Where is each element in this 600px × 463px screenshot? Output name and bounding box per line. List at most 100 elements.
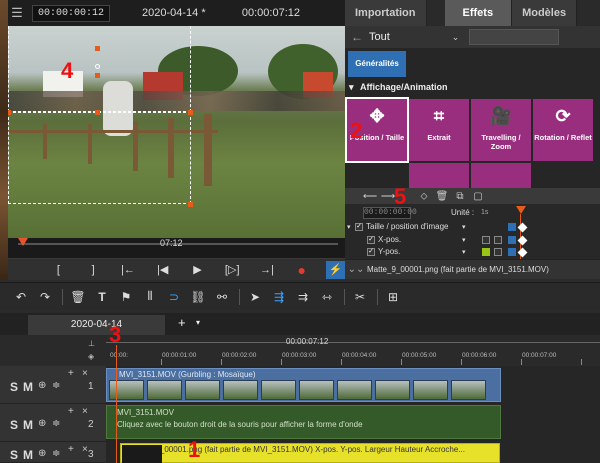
go-to-end-button[interactable]: →|: [257, 261, 278, 279]
mute-button[interactable]: M: [23, 380, 33, 394]
stretch-icon[interactable]: ⇿: [318, 290, 336, 304]
mute-button[interactable]: M: [23, 418, 33, 432]
timeline-ruler[interactable]: 00:00:07:12 00:00: 00:00:01:00 00:00:02:…: [106, 335, 600, 365]
loop-icon[interactable]: ⊃: [165, 290, 183, 304]
tab-timeline-project[interactable]: 2020-04-14: [28, 315, 165, 335]
plus-icon[interactable]: +: [178, 315, 186, 330]
y-pos-checkbox[interactable]: ✓: [367, 248, 375, 256]
tab-modeles[interactable]: Modèles: [512, 0, 578, 26]
chevron-down-icon[interactable]: ▾: [462, 248, 466, 256]
audio-clip-track-2[interactable]: MVI_3151.MOV Cliquez avec le bouton droi…: [106, 405, 501, 439]
trash-icon[interactable]: 🗑: [69, 290, 87, 304]
pointer-icon[interactable]: ➤: [246, 290, 264, 304]
keyframe-playhead-marker[interactable]: [516, 206, 526, 214]
text-icon[interactable]: T: [93, 290, 111, 304]
lock-icon[interactable]: ⊕: [38, 448, 46, 459]
matte-clip-track-3[interactable]: Matte_9_00001.png (fait partie de MVI_31…: [120, 443, 500, 463]
paste-icon[interactable]: ▢: [469, 191, 487, 202]
step-back-button[interactable]: |◀: [152, 261, 173, 279]
double-chevron-down-icon[interactable]: ⌄⌄: [345, 264, 367, 275]
redo-icon[interactable]: ↷: [36, 290, 54, 304]
resize-handle[interactable]: [188, 110, 193, 115]
general-category-button[interactable]: Généralités: [348, 51, 406, 77]
category-header[interactable]: ▾ Affichage/Animation: [345, 82, 600, 97]
link-icon[interactable]: ⛓: [189, 290, 207, 304]
x-pos-checkbox[interactable]: ✓: [367, 236, 375, 244]
plus-icon[interactable]: +: [68, 406, 74, 417]
copy-icon[interactable]: ⧉: [451, 191, 469, 202]
link-icon[interactable]: [508, 223, 516, 231]
chevron-down-icon[interactable]: ▾: [462, 223, 466, 231]
keyframe-row-y[interactable]: ✓ Y-pos. ▾: [345, 247, 600, 259]
arrow-left-icon[interactable]: ⟵: [361, 191, 379, 202]
marker-icon[interactable]: ◈: [88, 352, 94, 361]
height-icon[interactable]: ≑: [52, 448, 60, 459]
effect-tile-travelling-zoom[interactable]: 🎥 Travelling / Zoom: [471, 99, 531, 161]
lock-icon[interactable]: ⊕: [38, 418, 46, 429]
close-icon[interactable]: ×: [82, 406, 88, 417]
keyframe-diamond[interactable]: [517, 235, 528, 246]
tab-effets[interactable]: Effets: [444, 0, 513, 26]
mark-out-button[interactable]: ]: [83, 261, 104, 279]
keyframe-diamond[interactable]: [517, 247, 528, 258]
pointer-all-tracks-icon[interactable]: ⇉: [294, 290, 312, 304]
group-checkbox[interactable]: ✓: [355, 223, 363, 231]
play-button[interactable]: ▶: [187, 261, 208, 279]
close-icon[interactable]: ×: [82, 444, 88, 455]
close-icon[interactable]: ×: [82, 368, 88, 379]
solo-button[interactable]: S: [10, 448, 18, 462]
preview-timecode-field[interactable]: 00:00:00:12: [32, 4, 111, 22]
delete-keyframe-icon[interactable]: 🗑: [433, 191, 451, 202]
keyframe-row-x[interactable]: ✓ X-pos. ▾: [345, 235, 600, 247]
go-to-start-button[interactable]: |←: [118, 261, 139, 279]
back-arrow-icon[interactable]: ←: [345, 30, 369, 44]
chevron-down-icon[interactable]: ⌄: [452, 32, 460, 43]
plus-icon[interactable]: +: [68, 368, 74, 379]
effect-tile-partial[interactable]: [471, 163, 531, 188]
filter-dropdown[interactable]: Tout: [369, 31, 390, 43]
rotate-handle[interactable]: [95, 64, 100, 69]
chevron-down-icon[interactable]: ▾: [462, 236, 466, 244]
resize-handle[interactable]: [95, 110, 100, 115]
color-swatch[interactable]: [494, 248, 502, 256]
track-header-3[interactable]: S M ⊕ ≑ + × 3: [0, 442, 106, 463]
height-icon[interactable]: ≑: [52, 418, 60, 429]
solo-button[interactable]: S: [10, 380, 18, 394]
keyframe-group-row[interactable]: ▾ ✓ Taille / position d'image ▾: [345, 222, 600, 234]
video-clip-track-1[interactable]: MVI_3151.MOV (Gurbling : Mosaïque): [106, 368, 501, 402]
unit-value[interactable]: 1s: [481, 209, 488, 216]
timeline-playhead-line[interactable]: [116, 345, 117, 463]
flag-icon[interactable]: ⚑: [117, 290, 135, 304]
undo-icon[interactable]: ↶: [12, 290, 30, 304]
resize-handle[interactable]: [8, 110, 11, 115]
range-bar[interactable]: [106, 342, 600, 343]
scissors-icon[interactable]: ✂: [351, 290, 369, 304]
mute-button[interactable]: M: [23, 448, 33, 462]
unlink-icon[interactable]: ⚯: [213, 290, 231, 304]
color-swatch[interactable]: [494, 236, 502, 244]
resize-handle[interactable]: [95, 46, 100, 51]
color-swatch[interactable]: [482, 248, 490, 256]
flash-icon[interactable]: ⚡: [326, 260, 345, 279]
insert-icon[interactable]: ⊞: [384, 290, 402, 304]
playhead-marker[interactable]: [18, 238, 28, 246]
link-icon[interactable]: [508, 248, 516, 256]
solo-button[interactable]: S: [10, 418, 18, 432]
keyframe-diamond[interactable]: [517, 222, 528, 233]
tab-importation[interactable]: Importation: [345, 0, 427, 26]
track-header-1[interactable]: S M ⊕ ≑ + × 1: [0, 366, 106, 404]
color-swatch[interactable]: [482, 236, 490, 244]
height-icon[interactable]: ≑: [52, 380, 60, 391]
add-keyframe-icon[interactable]: ⬦: [415, 191, 433, 202]
pointer-multitrack-icon[interactable]: ⇶: [270, 290, 288, 304]
expand-triangle-icon[interactable]: ▾: [347, 223, 351, 231]
resize-handle[interactable]: [188, 202, 193, 207]
effect-tile-extract[interactable]: ⌗ Extrait: [409, 99, 469, 161]
record-icon[interactable]: ●: [291, 261, 312, 279]
track-header-2[interactable]: S M ⊕ ≑ + × 2: [0, 404, 106, 442]
position-selection-box[interactable]: [8, 112, 191, 204]
plus-icon[interactable]: +: [68, 444, 74, 455]
resize-handle[interactable]: [95, 73, 100, 78]
hamburger-icon[interactable]: ☰: [8, 5, 26, 21]
video-preview[interactable]: [8, 26, 345, 238]
